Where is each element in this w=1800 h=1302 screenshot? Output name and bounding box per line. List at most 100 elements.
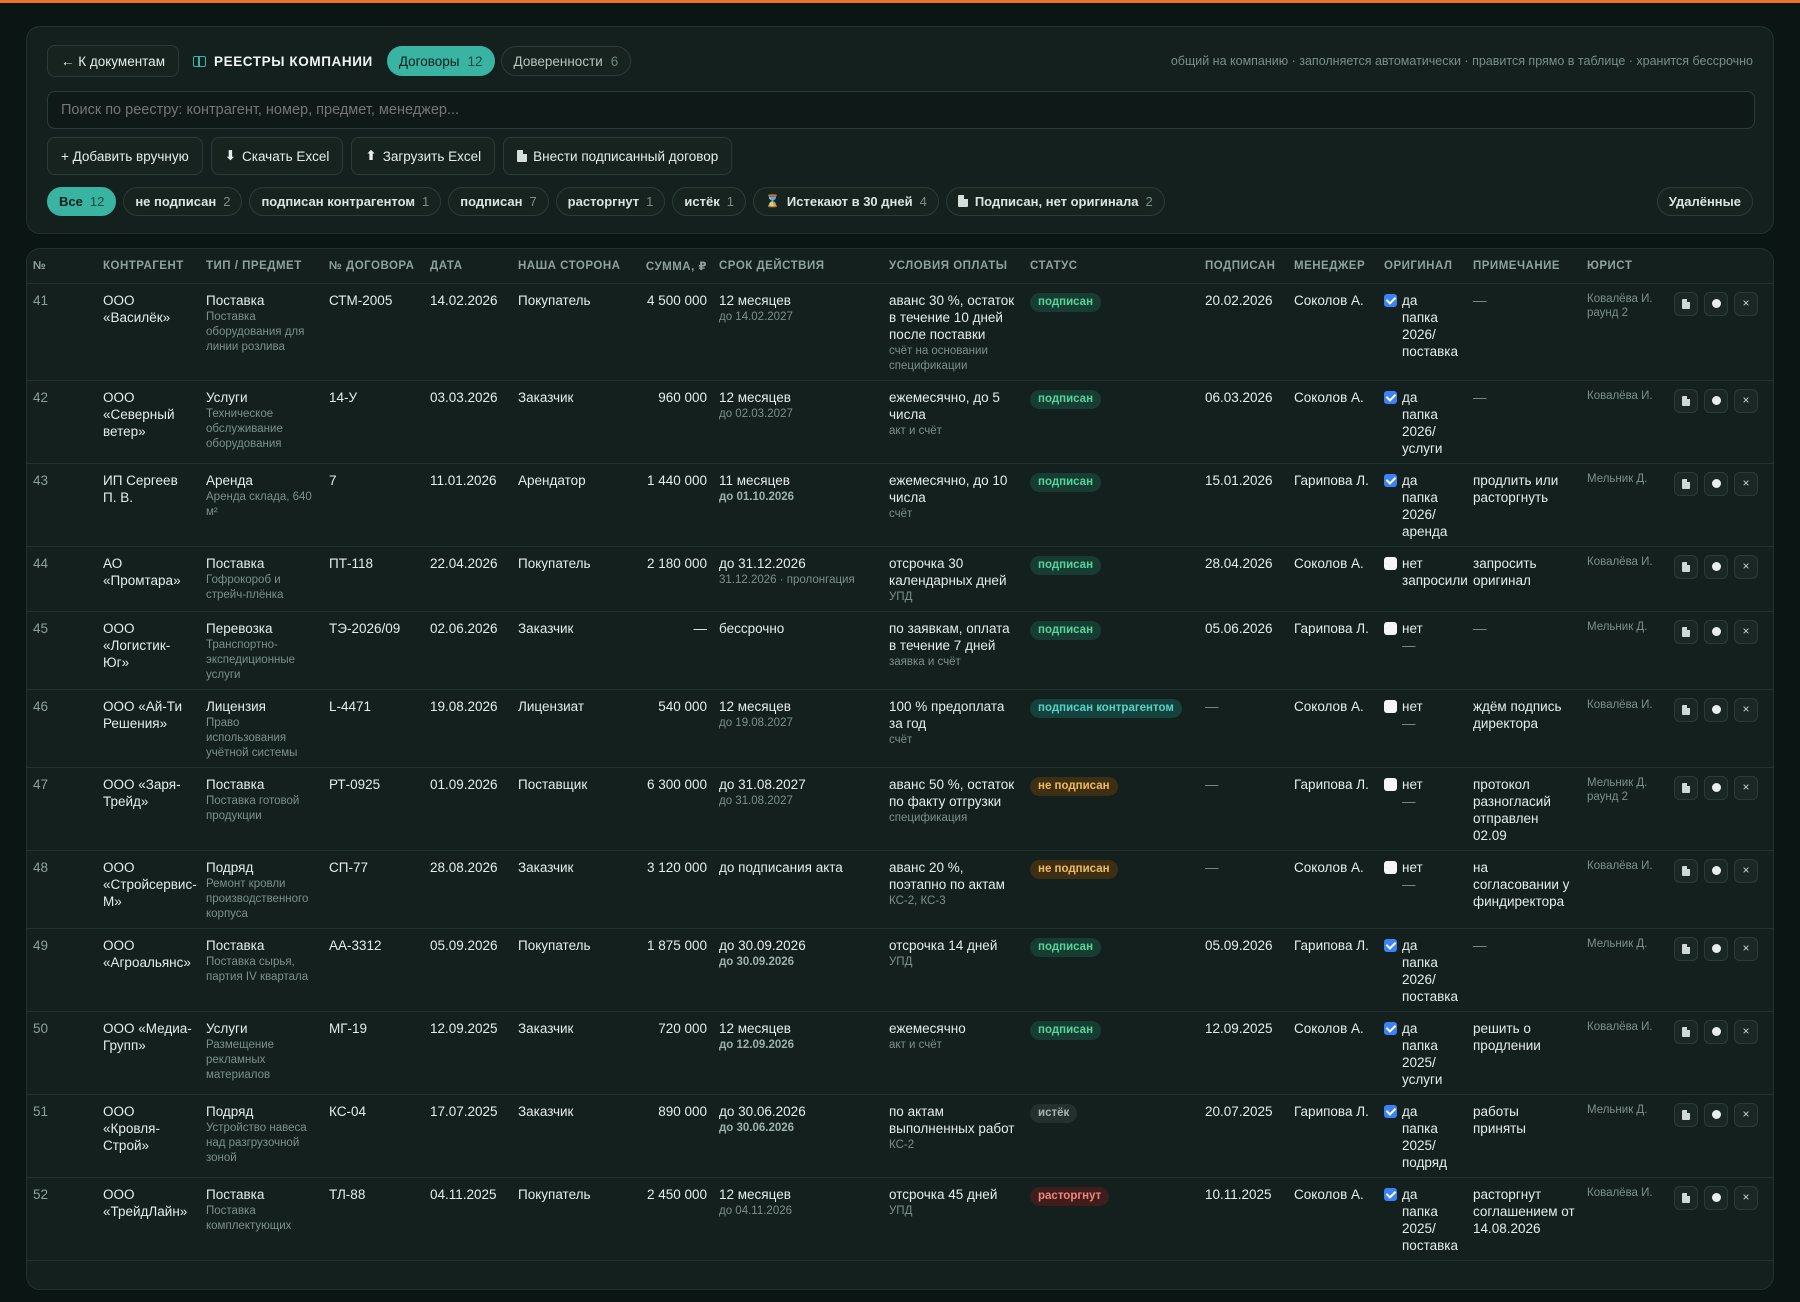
amount-cell[interactable]: 960 000: [629, 380, 713, 464]
payment-terms-cell[interactable]: аванс 20 %, поэтапно по актам КС-2, КС-3: [883, 850, 1024, 929]
col-term-header[interactable]: СРОК ДЕЙСТВИЯ: [713, 249, 883, 284]
type-subject-cell[interactable]: Перевозка Транспортно-экспедиционные услу…: [200, 611, 323, 690]
payment-terms-cell[interactable]: отсрочка 14 дней УПД: [883, 928, 1024, 1012]
col-date-header[interactable]: ДАТА: [424, 249, 512, 284]
status-badge[interactable]: истёк: [1030, 1103, 1078, 1123]
status-badge[interactable]: не подписан: [1030, 776, 1118, 796]
note-cell[interactable]: —: [1467, 283, 1581, 381]
tab-powers-of-attorney[interactable]: Доверенности 6: [500, 46, 632, 76]
lawyer-cell[interactable]: Мельник Д.: [1581, 928, 1668, 1012]
original-checkbox[interactable]: [1384, 699, 1397, 713]
counterparty-cell[interactable]: ООО «Кровля-Строй»: [97, 1094, 200, 1178]
term-cell[interactable]: до 30.09.2026 до 30.09.2026: [713, 928, 883, 1012]
our-side-cell[interactable]: Покупатель: [512, 546, 629, 612]
lawyer-cell[interactable]: Ковалёва И.: [1581, 689, 1668, 768]
payment-terms-cell[interactable]: 100 % предоплата за год счёт: [883, 689, 1024, 768]
contract-number-cell[interactable]: МГ-19: [323, 1011, 424, 1095]
original-checkbox[interactable]: [1384, 860, 1397, 874]
filter-signed-no-original[interactable]: Подписан, нет оригинала 2: [945, 186, 1165, 216]
signed-date-cell[interactable]: 10.11.2025: [1199, 1177, 1288, 1261]
download-excel-button[interactable]: ⬇ Скачать Excel: [210, 137, 344, 175]
counterparty-cell[interactable]: ООО «ТрейдЛайн»: [97, 1177, 200, 1261]
open-document-button[interactable]: [1674, 1019, 1698, 1044]
col-counterparty-header[interactable]: КОНТРАГЕНТ: [97, 249, 200, 284]
our-side-cell[interactable]: Заказчик: [512, 1094, 629, 1178]
lawyer-cell[interactable]: Ковалёва И. раунд 2: [1581, 283, 1668, 381]
note-cell[interactable]: продлить или расторгнуть: [1467, 463, 1581, 547]
original-checkbox[interactable]: [1384, 777, 1397, 791]
delete-row-button[interactable]: ×: [1734, 388, 1758, 413]
type-subject-cell[interactable]: Поставка Поставка готовой продукции: [200, 767, 323, 851]
open-document-button[interactable]: [1674, 619, 1698, 644]
our-side-cell[interactable]: Арендатор: [512, 463, 629, 547]
status-badge[interactable]: подписан: [1030, 292, 1102, 312]
our-side-cell[interactable]: Покупатель: [512, 1177, 629, 1261]
col-amount-header[interactable]: СУММА, ₽: [629, 249, 713, 284]
lawyer-cell[interactable]: Ковалёва И.: [1581, 850, 1668, 929]
lawyer-cell[interactable]: Ковалёва И.: [1581, 1177, 1668, 1261]
payment-terms-cell[interactable]: аванс 50 %, остаток по факту отгрузки спе…: [883, 767, 1024, 851]
counterparty-cell[interactable]: ООО «Северный ветер»: [97, 380, 200, 464]
our-side-cell[interactable]: Заказчик: [512, 1011, 629, 1095]
our-side-cell[interactable]: Заказчик: [512, 380, 629, 464]
payment-terms-cell[interactable]: ежемесячно, до 5 числа акт и счёт: [883, 380, 1024, 464]
note-cell[interactable]: протокол разногласий отправлен 02.09: [1467, 767, 1581, 851]
open-document-button[interactable]: [1674, 858, 1698, 883]
term-cell[interactable]: до 30.06.2026 до 30.06.2026: [713, 1094, 883, 1178]
tab-contracts[interactable]: Договоры 12: [386, 46, 495, 76]
lawyer-cell[interactable]: Мельник Д.: [1581, 611, 1668, 690]
add-signed-contract-button[interactable]: Внести подписанный договор: [503, 137, 733, 175]
original-checkbox[interactable]: [1384, 390, 1397, 404]
col-signed-header[interactable]: ПОДПИСАН: [1199, 249, 1288, 284]
delete-row-button[interactable]: ×: [1734, 697, 1758, 722]
open-document-button[interactable]: [1674, 697, 1698, 722]
amount-cell[interactable]: 1 440 000: [629, 463, 713, 547]
amount-cell[interactable]: 890 000: [629, 1094, 713, 1178]
delete-row-button[interactable]: ×: [1734, 291, 1758, 316]
filter-signed-by-counterparty[interactable]: подписан контрагентом 1: [249, 186, 442, 216]
payment-terms-cell[interactable]: ежемесячно акт и счёт: [883, 1011, 1024, 1095]
our-side-cell[interactable]: Лицензиат: [512, 689, 629, 768]
status-cell[interactable]: истёк: [1024, 1094, 1199, 1178]
contract-date-cell[interactable]: 12.09.2025: [424, 1011, 512, 1095]
open-document-button[interactable]: [1674, 291, 1698, 316]
col-type-subject-header[interactable]: ТИП / ПРЕДМЕТ: [200, 249, 323, 284]
manager-cell[interactable]: Соколов А.: [1288, 283, 1378, 381]
status-dot-button[interactable]: [1704, 858, 1728, 883]
counterparty-cell[interactable]: ООО «Василёк»: [97, 283, 200, 381]
open-document-button[interactable]: [1674, 1102, 1698, 1127]
amount-cell[interactable]: 540 000: [629, 689, 713, 768]
manager-cell[interactable]: Соколов А.: [1288, 1011, 1378, 1095]
term-cell[interactable]: до подписания акта: [713, 850, 883, 929]
counterparty-cell[interactable]: АО «Промтара»: [97, 546, 200, 612]
col-status-header[interactable]: СТАТУС: [1024, 249, 1199, 284]
status-dot-button[interactable]: [1704, 291, 1728, 316]
filter-signed[interactable]: подписан 7: [448, 186, 549, 216]
status-badge[interactable]: подписан: [1030, 1020, 1102, 1040]
lawyer-cell[interactable]: Ковалёва И.: [1581, 546, 1668, 612]
status-cell[interactable]: подписан: [1024, 1011, 1199, 1095]
status-dot-button[interactable]: [1704, 471, 1728, 496]
lawyer-cell[interactable]: Ковалёва И.: [1581, 1011, 1668, 1095]
status-dot-button[interactable]: [1704, 936, 1728, 961]
open-document-button[interactable]: [1674, 554, 1698, 579]
contract-number-cell[interactable]: ТЭ-2026/09: [323, 611, 424, 690]
status-dot-button[interactable]: [1704, 1185, 1728, 1210]
upload-excel-button[interactable]: ⬆ Загрузить Excel: [351, 137, 496, 175]
delete-row-button[interactable]: ×: [1734, 554, 1758, 579]
contract-number-cell[interactable]: ПТ-118: [323, 546, 424, 612]
our-side-cell[interactable]: Заказчик: [512, 850, 629, 929]
manager-cell[interactable]: Гарипова Л.: [1288, 463, 1378, 547]
contract-number-cell[interactable]: АА-3312: [323, 928, 424, 1012]
delete-row-button[interactable]: ×: [1734, 1102, 1758, 1127]
amount-cell[interactable]: —: [629, 611, 713, 690]
contract-number-cell[interactable]: КС-04: [323, 1094, 424, 1178]
contract-date-cell[interactable]: 19.08.2026: [424, 689, 512, 768]
type-subject-cell[interactable]: Лицензия Право использования учётной сист…: [200, 689, 323, 768]
manager-cell[interactable]: Гарипова Л.: [1288, 1094, 1378, 1178]
term-cell[interactable]: бессрочно: [713, 611, 883, 690]
status-badge[interactable]: расторгнут: [1030, 1186, 1110, 1206]
status-dot-button[interactable]: [1704, 1102, 1728, 1127]
col-lawyer-header[interactable]: ЮРИСТ: [1581, 249, 1668, 284]
term-cell[interactable]: 12 месяцев до 12.09.2026: [713, 1011, 883, 1095]
